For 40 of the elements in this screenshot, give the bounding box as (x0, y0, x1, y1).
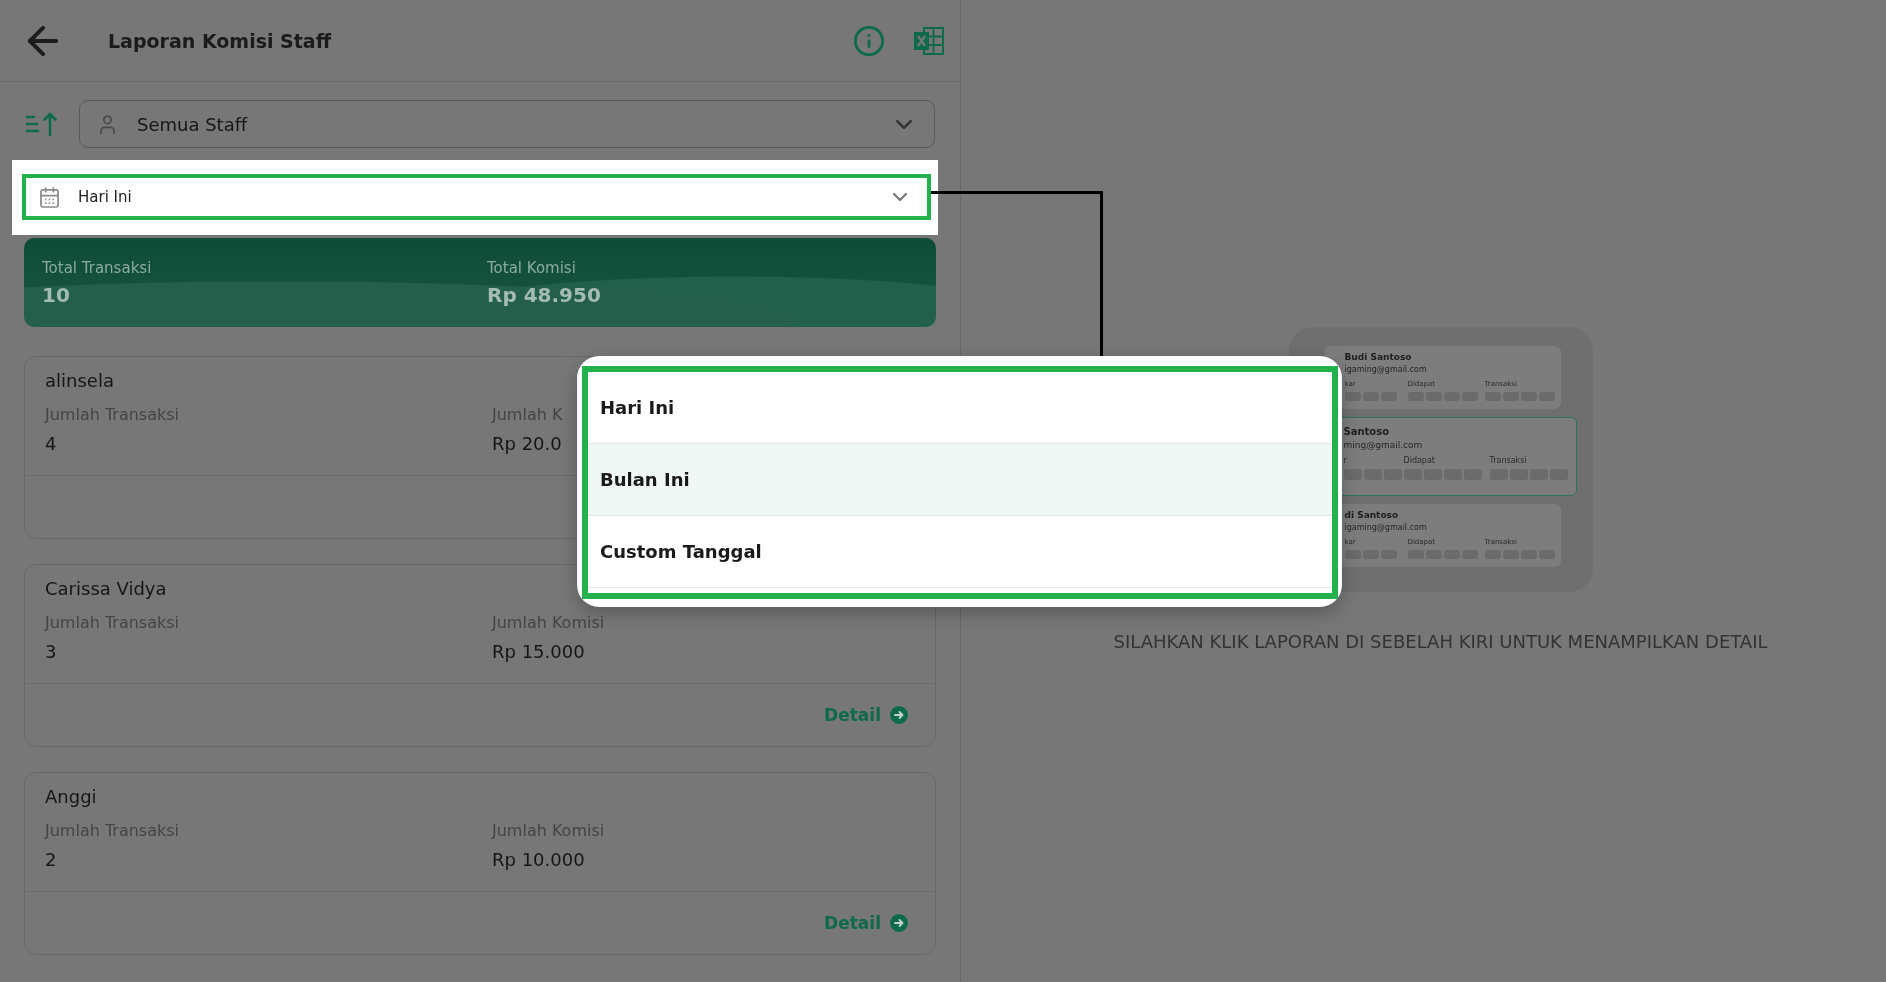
field-value: Rp 10.000 (492, 849, 585, 871)
info-icon[interactable] (854, 25, 884, 56)
mini-card-name: Santoso (1343, 426, 1390, 438)
staff-name: Carissa Vidya (45, 577, 168, 601)
staff-select[interactable]: Semua Staff (79, 100, 935, 148)
summary-label: Total Transaksi (42, 258, 153, 277)
placeholder-pill (1344, 392, 1361, 401)
staff-name: alinsela (45, 369, 115, 393)
summary-label: Total Komisi (487, 258, 577, 277)
mini-card-name: di Santoso (1344, 510, 1399, 521)
chevron-down-icon (896, 119, 912, 129)
back-icon[interactable] (28, 25, 58, 56)
person-icon (100, 114, 115, 134)
calendar-icon (40, 186, 59, 208)
arrow-circle-icon (890, 706, 908, 724)
empty-state-message: SILAHKAN KLIK LAPORAN DI SEBELAH KIRI UNTUK MENAMPILKAN DETAIL (1113, 632, 1768, 652)
chevron-down-icon (893, 193, 907, 201)
summary-value: 10 (42, 282, 71, 307)
date-select[interactable]: Hari Ini (22, 174, 931, 220)
mini-card-email: ming@gmail.com (1343, 440, 1423, 451)
field-value: Rp 20.0 (492, 433, 562, 455)
field-value: Rp 15.000 (492, 641, 585, 663)
field-value: 2 (45, 849, 57, 871)
field-value: 4 (45, 433, 57, 455)
mini-card-label: Transaksi (1489, 456, 1527, 466)
summary-value: Rp 48.950 (487, 282, 602, 307)
staff-name: Anggi (45, 785, 98, 809)
mini-card-email: igaming@gmail.com (1344, 523, 1427, 533)
mini-card-label: Didapat (1403, 456, 1435, 466)
mini-card-label: r (1343, 456, 1347, 466)
placeholder-pill (1343, 469, 1362, 480)
mini-card-name: Budi Santoso (1344, 352, 1412, 363)
sort-icon[interactable] (25, 111, 57, 137)
spreadsheet-icon[interactable] (914, 26, 944, 55)
placeholder-pill (1344, 550, 1361, 559)
mini-card-email: igaming@gmail.com (1344, 365, 1427, 375)
page-title: Laporan Komisi Staff (108, 29, 332, 52)
field-value: 3 (45, 641, 57, 663)
arrow-circle-icon (890, 914, 908, 932)
dropdown-option[interactable]: Bulan Ini (588, 444, 1332, 516)
